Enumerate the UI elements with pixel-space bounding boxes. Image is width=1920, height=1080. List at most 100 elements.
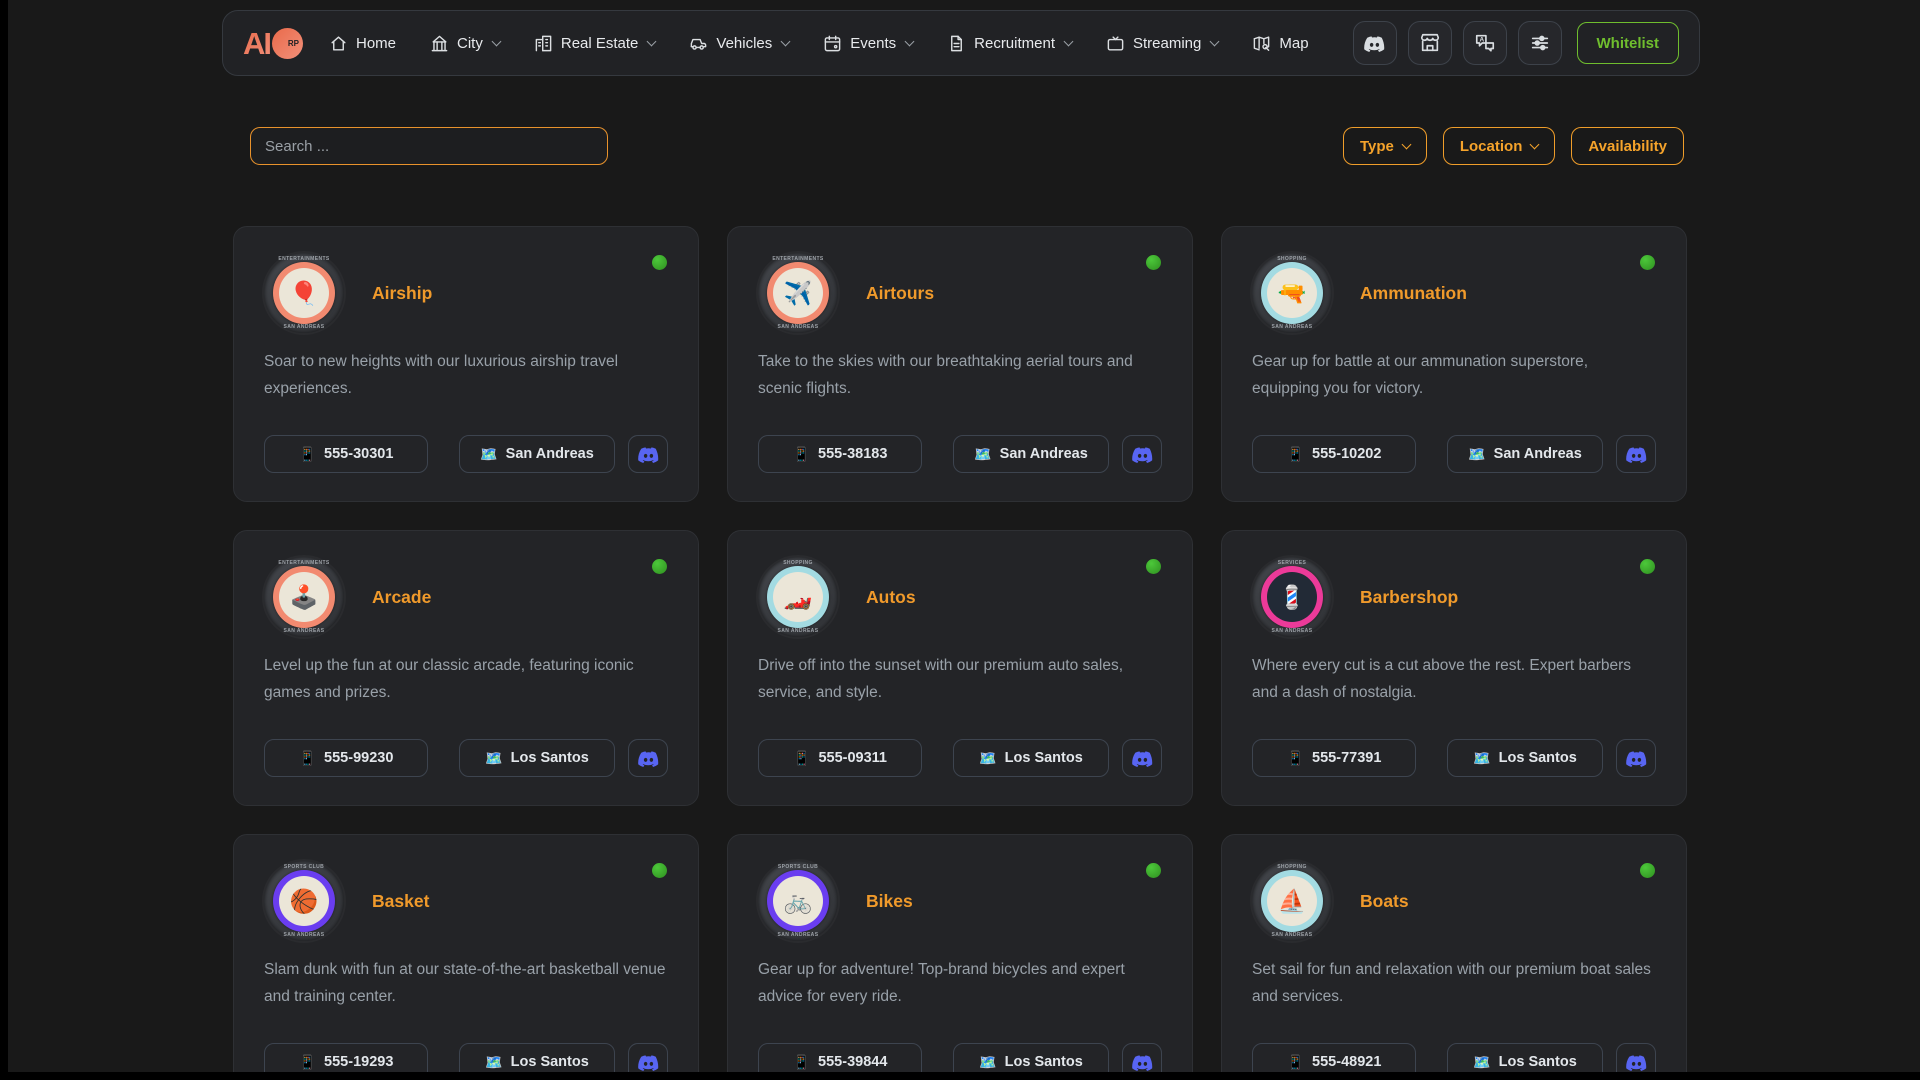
status-indicator <box>652 255 667 270</box>
svg-text:A: A <box>1479 37 1484 44</box>
filter-availability-button[interactable]: Availability <box>1571 127 1684 165</box>
nav-item-streaming[interactable]: Streaming <box>1106 34 1218 53</box>
business-logo: ENTERTAINMENTS ✈️ SAN ANDREAS <box>758 253 838 333</box>
chevron-down-icon <box>647 37 657 47</box>
page: AI RP Home City Real Estate Vehicles Eve… <box>8 0 1920 1072</box>
phone-chip[interactable]: 📱 555-38183 <box>758 435 922 473</box>
location-name: San Andreas <box>1494 446 1582 462</box>
badge-ring: 🕹️ <box>273 566 335 628</box>
discord-button[interactable] <box>1122 435 1162 473</box>
location-chip[interactable]: 🗺️ San Andreas <box>459 435 615 473</box>
search-input[interactable] <box>250 127 608 165</box>
business-card-basket: SPORTS CLUB 🏀 SAN ANDREAS Basket Slam du… <box>233 834 699 1072</box>
whitelist-button[interactable]: Whitelist <box>1577 22 1680 64</box>
badge-ring: 🚲 <box>767 870 829 932</box>
phone-icon: 📱 <box>793 1055 810 1069</box>
location-chip[interactable]: 🗺️ Los Santos <box>1447 1043 1603 1072</box>
filter-type-button[interactable]: Type <box>1343 127 1427 165</box>
discord-icon <box>638 748 659 769</box>
nav-item-vehicles[interactable]: Vehicles <box>689 34 789 53</box>
location-chip[interactable]: 🗺️ San Andreas <box>953 435 1109 473</box>
phone-icon: 📱 <box>299 447 316 461</box>
badge-ring-text-top: SPORTS CLUB <box>758 864 838 870</box>
badge-ring-text-top: ENTERTAINMENTS <box>264 256 344 262</box>
business-logo-glyph: 🏎️ <box>784 586 813 609</box>
business-logo: SPORTS CLUB 🏀 SAN ANDREAS <box>264 861 344 941</box>
recruitment-icon <box>947 34 966 53</box>
nav-item-events[interactable]: Events <box>823 34 913 53</box>
discord-icon <box>1626 1052 1647 1073</box>
badge-ring: 🏀 <box>273 870 335 932</box>
location-chip[interactable]: 🗺️ Los Santos <box>459 739 615 777</box>
store-button[interactable] <box>1408 21 1452 65</box>
filter-location-button[interactable]: Location <box>1443 127 1556 165</box>
badge-ring-text-bottom: SAN ANDREAS <box>1252 932 1332 938</box>
phone-chip[interactable]: 📱 555-30301 <box>264 435 428 473</box>
discord-icon <box>1132 748 1153 769</box>
location-chip[interactable]: 🗺️ Los Santos <box>953 739 1109 777</box>
discord-button[interactable] <box>1353 21 1397 65</box>
nav-item-recruitment[interactable]: Recruitment <box>947 34 1072 53</box>
business-name: Ammunation <box>1360 283 1467 304</box>
nav-item-city[interactable]: City <box>430 34 500 53</box>
phone-chip[interactable]: 📱 555-77391 <box>1252 739 1416 777</box>
discord-button[interactable] <box>628 1043 668 1072</box>
phone-chip[interactable]: 📱 555-10202 <box>1252 435 1416 473</box>
nav-item-real-estate[interactable]: Real Estate <box>534 34 656 53</box>
badge-center: 🏎️ <box>773 572 823 622</box>
business-card-airship: ENTERTAINMENTS 🎈 SAN ANDREAS Airship Soa… <box>233 226 699 502</box>
business-name: Basket <box>372 891 429 912</box>
business-logo: SPORTS CLUB 🚲 SAN ANDREAS <box>758 861 838 941</box>
business-logo-glyph: 🎈 <box>290 282 319 305</box>
location-name: Los Santos <box>1005 1054 1083 1070</box>
status-indicator <box>652 559 667 574</box>
location-name: San Andreas <box>1000 446 1088 462</box>
business-logo: ENTERTAINMENTS 🕹️ SAN ANDREAS <box>264 557 344 637</box>
discord-button[interactable] <box>1616 435 1656 473</box>
phone-chip[interactable]: 📱 555-48921 <box>1252 1043 1416 1072</box>
map-icon: 🗺️ <box>485 1055 502 1069</box>
discord-button[interactable] <box>628 435 668 473</box>
nav-item-home[interactable]: Home <box>329 34 396 53</box>
discord-button[interactable] <box>628 739 668 777</box>
map-icon: 🗺️ <box>1468 447 1485 461</box>
status-indicator <box>1146 559 1161 574</box>
chevron-down-icon <box>781 37 791 47</box>
phone-chip[interactable]: 📱 555-19293 <box>264 1043 428 1072</box>
location-chip[interactable]: 🗺️ Los Santos <box>953 1043 1109 1072</box>
phone-chip[interactable]: 📱 555-39844 <box>758 1043 922 1072</box>
card-footer: 📱 555-38183 🗺️ San Andreas <box>758 435 1162 473</box>
location-name: Los Santos <box>1499 750 1577 766</box>
card-footer: 📱 555-77391 🗺️ Los Santos <box>1252 739 1656 777</box>
card-footer: 📱 555-09311 🗺️ Los Santos <box>758 739 1162 777</box>
map-icon: 🗺️ <box>1473 1055 1490 1069</box>
badge-ring-text-bottom: SAN ANDREAS <box>264 932 344 938</box>
location-chip[interactable]: 🗺️ Los Santos <box>459 1043 615 1072</box>
app-logo[interactable]: AI RP <box>243 28 303 59</box>
chevron-down-icon <box>491 37 501 47</box>
location-chip[interactable]: 🗺️ Los Santos <box>1447 739 1603 777</box>
chevron-down-icon <box>1530 140 1540 150</box>
nav-item-label: Home <box>356 35 396 52</box>
phone-chip[interactable]: 📱 555-09311 <box>758 739 922 777</box>
business-logo: SHOPPING 🔫 SAN ANDREAS <box>1252 253 1332 333</box>
business-card-barbershop: SERVICES 💈 SAN ANDREAS Barbershop Where … <box>1221 530 1687 806</box>
events-icon <box>823 34 842 53</box>
discord-button[interactable] <box>1616 1043 1656 1072</box>
filters-button[interactable] <box>1518 21 1562 65</box>
phone-chip[interactable]: 📱 555-99230 <box>264 739 428 777</box>
location-chip[interactable]: 🗺️ San Andreas <box>1447 435 1603 473</box>
phone-number: 555-30301 <box>324 446 393 462</box>
map-icon: 🗺️ <box>979 1055 996 1069</box>
discord-button[interactable] <box>1122 1043 1162 1072</box>
business-name: Autos <box>866 587 916 608</box>
discord-button[interactable] <box>1616 739 1656 777</box>
discord-button[interactable] <box>1122 739 1162 777</box>
discord-icon <box>1132 1052 1153 1073</box>
badge-ring-text-top: SPORTS CLUB <box>264 864 344 870</box>
business-description: Take to the skies with our breathtaking … <box>758 348 1160 402</box>
badge-ring-text-bottom: SAN ANDREAS <box>758 324 838 330</box>
nav-item-map[interactable]: Map <box>1252 34 1308 53</box>
badge-ring-text-top: SHOPPING <box>1252 864 1332 870</box>
translate-button[interactable]: A <box>1463 21 1507 65</box>
